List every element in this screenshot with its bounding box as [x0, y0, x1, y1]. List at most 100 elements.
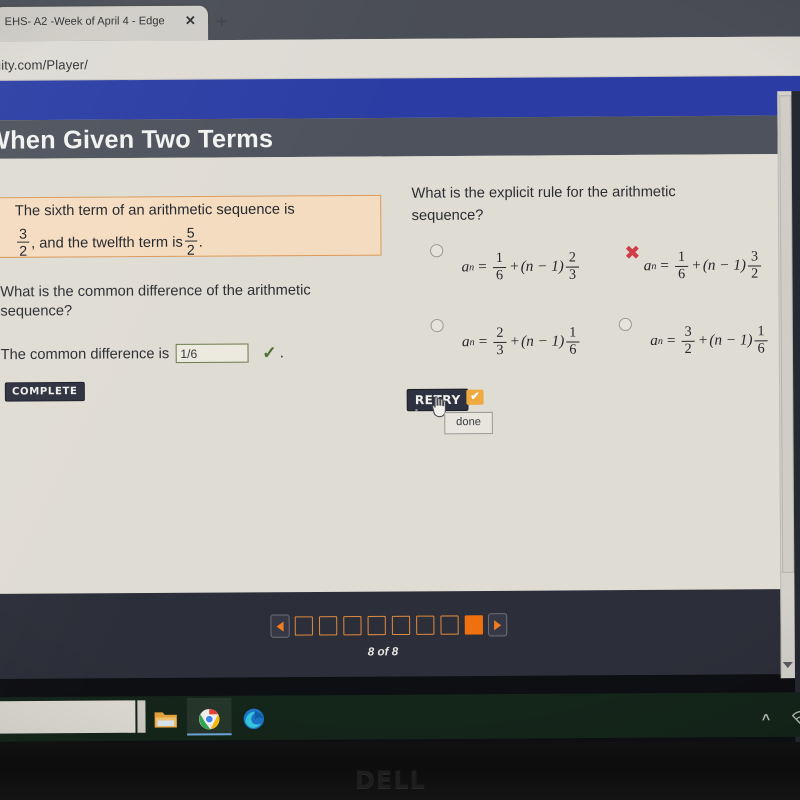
problem-statement-period: .	[198, 233, 203, 251]
equation-lhs: a	[461, 259, 470, 276]
fraction-numerator: 3	[684, 324, 692, 340]
chrome-icon[interactable]	[197, 708, 221, 730]
equation-lhs: a	[650, 332, 658, 350]
equation-subscript: n	[657, 335, 663, 348]
equation-subscript: n	[469, 262, 475, 274]
problem-statement-middle-text: , and the twelfth term is	[31, 234, 183, 252]
answer-option-c-equation: an = 2 3 + (n − 1) 1 6	[461, 325, 582, 359]
pagination-step-6[interactable]	[416, 615, 435, 635]
incorrect-x-icon: ✖	[624, 241, 641, 265]
common-difference-answer-row: The common difference is ✓ .	[1, 343, 284, 364]
pagination-label: 8 of 8	[367, 646, 399, 659]
dell-brand-logo: DELL	[355, 766, 426, 794]
equation-subscript: n	[651, 261, 657, 273]
browser-address-bar[interactable]	[0, 36, 800, 81]
taskbar-window-preview[interactable]	[0, 700, 136, 734]
tooltip-tick-mark: •	[414, 405, 419, 416]
complete-button[interactable]: COMPLETE	[4, 381, 85, 402]
pagination-control	[270, 613, 508, 638]
plus-sign: +	[510, 258, 519, 276]
fraction-numerator: 3	[750, 249, 759, 265]
common-difference-question: What is the common difference of the ari…	[0, 282, 311, 320]
pagination-step-8-current[interactable]	[464, 615, 484, 635]
equals-sign: =	[478, 333, 488, 351]
problem-statement-line-2: 3 2 , and the twelfth term is 5 2 .	[15, 224, 203, 259]
chevron-up-icon[interactable]: ^	[762, 711, 770, 727]
equation-lhs: a	[461, 334, 470, 351]
file-explorer-icon[interactable]	[154, 708, 178, 730]
answer-option-a-equation: an = 1 6 + (n − 1) 2 3	[461, 250, 581, 284]
pagination-step-1[interactable]	[294, 616, 314, 636]
pagination-step-5[interactable]	[391, 615, 411, 636]
fraction-denominator: 6	[675, 265, 689, 283]
pagination-step-4[interactable]	[367, 615, 386, 636]
triangle-right-icon	[494, 619, 502, 630]
page-title: When Given Two Terms	[0, 124, 274, 155]
dell-logo-text: DELL	[355, 766, 426, 794]
equation-paren-term: (n − 1)	[709, 332, 753, 349]
fraction-denominator: 2	[184, 240, 197, 258]
fraction-denominator: 2	[681, 340, 695, 358]
fraction-denominator: 6	[754, 340, 768, 357]
answer-option-a[interactable]: an = 1 6 + (n − 1) 2 3	[430, 241, 581, 284]
equation-fraction-first: 1 6	[675, 250, 689, 283]
equation-fraction-second: 1 6	[754, 324, 768, 357]
fraction-denominator: 2	[748, 265, 762, 282]
edge-icon[interactable]	[242, 708, 266, 730]
fraction-numerator: 2	[496, 325, 504, 341]
scroll-down-arrow-icon[interactable]	[782, 661, 793, 669]
pagination-step-2[interactable]	[318, 616, 338, 636]
fraction-denominator: 3	[493, 341, 507, 359]
pagination-prev-button[interactable]	[270, 614, 290, 638]
equation-fraction-first: 1 6	[492, 250, 507, 284]
problem-statement-line-1: The sixth term of an arithmetic sequence…	[14, 201, 295, 220]
fraction-numerator: 1	[569, 325, 577, 341]
plus-icon[interactable]: +	[216, 12, 227, 33]
pagination-next-button[interactable]	[487, 613, 508, 637]
answer-option-d-equation: an = 3 2 + (n − 1) 1 6	[650, 324, 770, 358]
radio-icon[interactable]	[430, 318, 444, 333]
equation-fraction-second: 1 6	[566, 325, 580, 358]
plus-sign: +	[510, 333, 520, 350]
answer-option-b-equation: an = 1 6 + (n − 1) 3 2	[644, 249, 764, 283]
check-badge-icon: ✔	[466, 389, 484, 405]
fraction-numerator: 2	[568, 250, 576, 266]
close-icon[interactable]: ✕	[185, 13, 196, 28]
answer-option-d[interactable]: an = 3 2 + (n − 1) 1 6	[618, 315, 770, 358]
answer-option-c[interactable]: an = 2 3 + (n − 1) 1 6	[430, 316, 582, 359]
equation-paren-term: (n − 1)	[702, 257, 747, 274]
pagination-step-7[interactable]	[440, 615, 459, 635]
fraction-three-halves: 3 2	[17, 225, 30, 259]
answer-option-b[interactable]: an = 1 6 + (n − 1) 3 2	[644, 240, 764, 283]
correct-check-icon: ✓	[262, 342, 277, 363]
browser-tab[interactable]: EHS- A2 -Week of April 4 - Edge ✕	[0, 5, 209, 42]
taskbar-window-preview-2[interactable]	[137, 700, 146, 733]
fraction-denominator: 6	[492, 266, 507, 284]
pagination-step-3[interactable]	[343, 616, 362, 636]
equation-paren-term: (n − 1)	[520, 258, 564, 276]
page-blue-band	[0, 75, 800, 121]
radio-icon[interactable]	[430, 244, 444, 258]
equation-fraction-second: 2 3	[565, 250, 580, 283]
answer-trailing-period: .	[279, 344, 284, 362]
equation-fraction-first: 2 3	[493, 325, 507, 359]
common-difference-input[interactable]	[175, 343, 249, 364]
fraction-numerator: 5	[186, 224, 195, 241]
fraction-denominator: 6	[566, 341, 580, 358]
browser-tab-title: EHS- A2 -Week of April 4 - Edge	[4, 15, 165, 29]
equation-fraction-second: 3 2	[748, 249, 762, 282]
fraction-five-halves: 5 2	[184, 224, 197, 258]
fraction-numerator: 1	[495, 250, 504, 267]
equals-sign: =	[660, 257, 670, 275]
equals-sign: =	[478, 259, 487, 276]
laptop-screen: EHS- A2 -Week of April 4 - Edge ✕ + uity…	[0, 0, 800, 752]
plus-sign: +	[692, 257, 701, 274]
fraction-numerator: 3	[19, 225, 28, 242]
equation-fraction-first: 3 2	[681, 324, 695, 358]
radio-icon[interactable]	[618, 317, 632, 332]
done-tooltip: done	[444, 411, 493, 435]
equals-sign: =	[666, 332, 676, 349]
plus-sign: +	[698, 332, 708, 349]
address-bar-url: uity.com/Player/	[0, 57, 89, 73]
wifi-icon[interactable]	[791, 710, 800, 728]
